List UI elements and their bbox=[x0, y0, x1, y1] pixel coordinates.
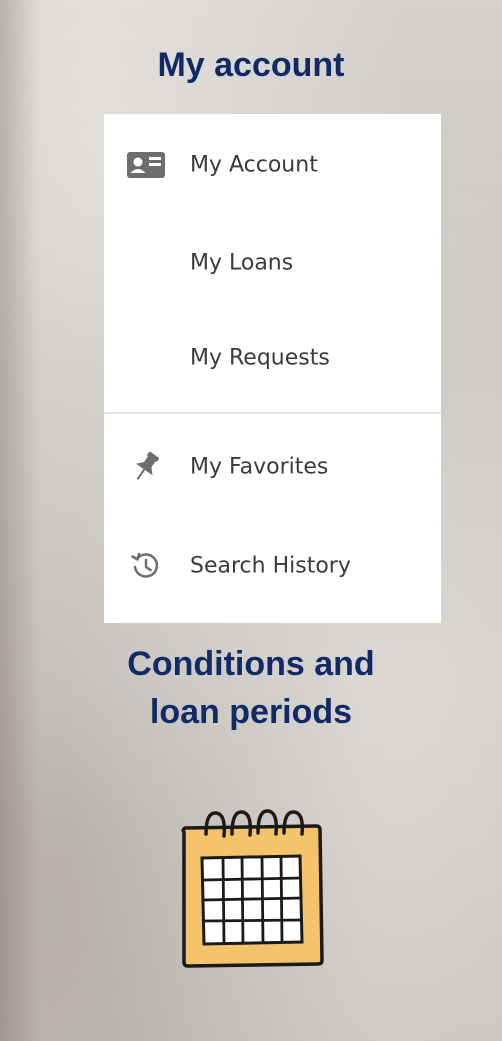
menu-divider bbox=[104, 412, 441, 414]
menu-item-label: My Account bbox=[190, 152, 318, 178]
menu-item-my-loans[interactable]: My Loans bbox=[104, 233, 441, 293]
menu-item-label: My Favorites bbox=[190, 454, 329, 480]
conditions-loan-periods-heading[interactable]: Conditions and loan periods bbox=[0, 640, 502, 736]
background-shadow bbox=[0, 0, 40, 1041]
account-menu: My Account My Loans My Requests My Favor… bbox=[104, 114, 441, 623]
menu-item-label: My Requests bbox=[190, 345, 330, 371]
menu-item-my-account[interactable]: My Account bbox=[104, 135, 441, 195]
my-account-heading: My account bbox=[157, 46, 345, 84]
menu-item-search-history[interactable]: Search History bbox=[104, 536, 441, 596]
pushpin-icon bbox=[126, 451, 166, 483]
menu-item-my-favorites[interactable]: My Favorites bbox=[104, 437, 441, 497]
history-icon bbox=[126, 550, 166, 582]
menu-item-label: My Loans bbox=[190, 250, 294, 276]
menu-item-label: Search History bbox=[190, 553, 351, 579]
calendar-icon[interactable] bbox=[170, 800, 332, 972]
menu-item-my-requests[interactable]: My Requests bbox=[104, 328, 441, 388]
id-card-icon bbox=[126, 149, 166, 181]
conditions-heading-text: Conditions and loan periods bbox=[127, 645, 375, 731]
